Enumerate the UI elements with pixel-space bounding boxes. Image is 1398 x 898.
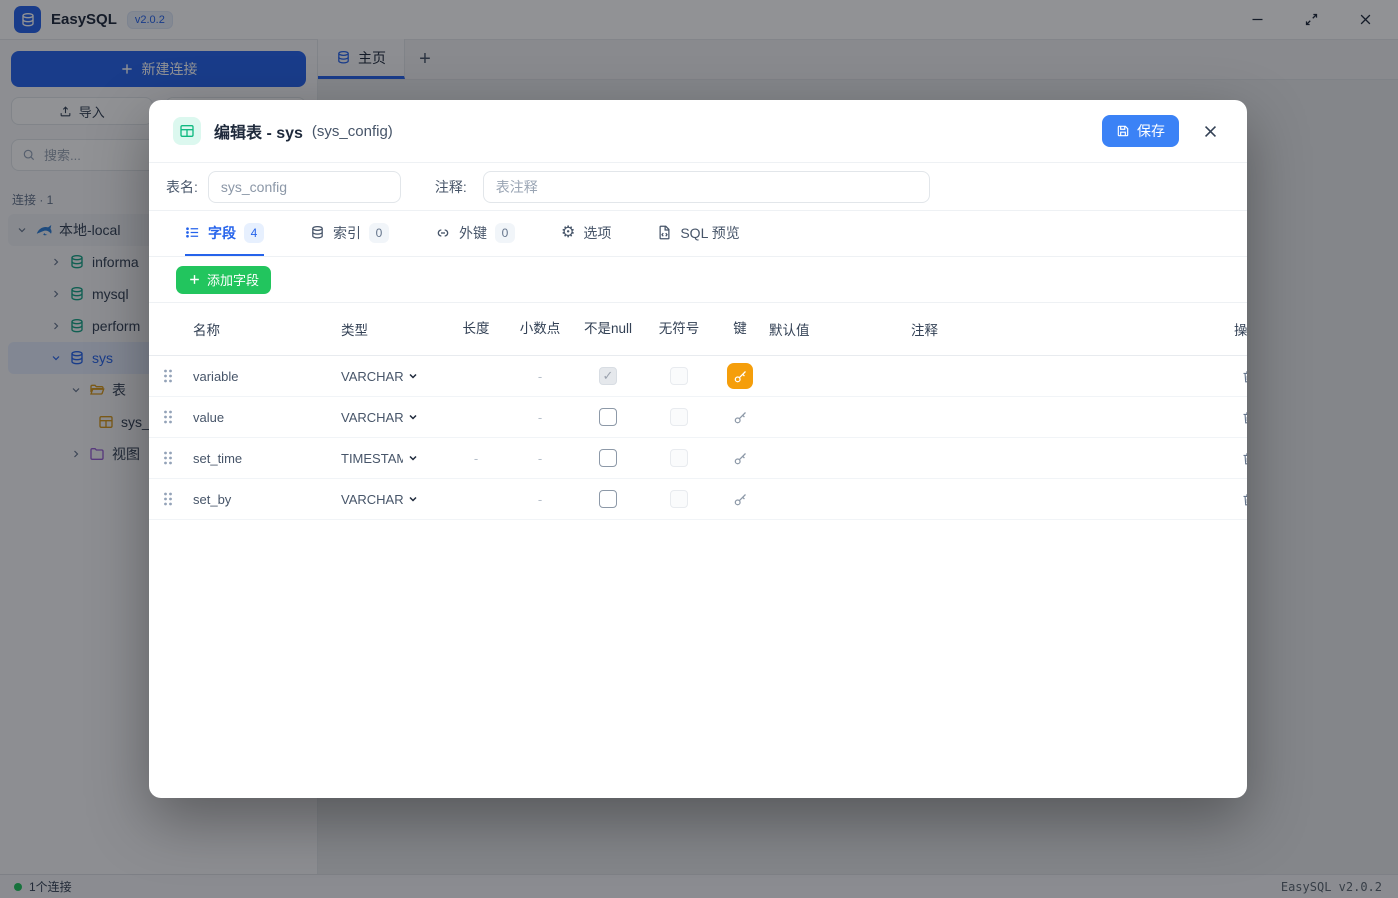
field-name[interactable]: set_time	[193, 451, 341, 466]
tab-foreign-keys-label: 外键	[459, 223, 487, 243]
fields-count-badge: 4	[244, 223, 264, 243]
field-decimal[interactable]: -	[511, 492, 569, 507]
chevron-down-icon	[407, 493, 419, 505]
tab-fields-label: 字段	[208, 223, 236, 243]
close-icon[interactable]	[1197, 118, 1223, 144]
key-icon[interactable]	[727, 445, 753, 471]
save-icon	[1116, 124, 1130, 138]
field-name[interactable]: value	[193, 410, 341, 425]
indexes-count-badge: 0	[369, 223, 389, 243]
tab-options[interactable]: ⚙ 选项	[561, 211, 611, 256]
field-type-select[interactable]: VARCHAR	[341, 492, 441, 507]
unsigned-checkbox	[670, 490, 688, 508]
modal-title: 编辑表 - sys	[214, 119, 303, 143]
chevron-down-icon	[407, 411, 419, 423]
drag-handle-icon[interactable]	[163, 369, 177, 383]
delete-field-icon[interactable]	[1235, 445, 1247, 471]
col-comment: 注释	[911, 319, 1211, 339]
col-unsigned: 无符号	[647, 319, 711, 339]
modal-tab-bar: 字段 4 索引 0 外键 0 ⚙ 选项 SQL 预览	[149, 211, 1247, 256]
table-comment-label: 注释:	[435, 177, 467, 197]
tab-fields[interactable]: 字段 4	[185, 211, 264, 256]
table-name-input[interactable]	[208, 171, 401, 203]
database-icon	[310, 225, 325, 240]
modal-subtitle: (sys_config)	[312, 123, 393, 140]
drag-handle-icon[interactable]	[163, 410, 177, 424]
primary-key-icon[interactable]	[727, 363, 753, 389]
tab-sql-preview[interactable]: SQL 预览	[657, 211, 739, 256]
field-row-variable: variable VARCHAR - ✓	[149, 356, 1247, 397]
delete-field-icon[interactable]	[1235, 363, 1247, 389]
field-name[interactable]: variable	[193, 369, 341, 384]
link-icon	[435, 225, 451, 241]
fields-toolbar: 添加字段	[149, 257, 1247, 302]
field-row-set-by: set_by VARCHAR -	[149, 479, 1247, 520]
table-comment-input[interactable]	[483, 171, 930, 203]
chevron-down-icon	[407, 452, 419, 464]
field-decimal[interactable]: -	[511, 451, 569, 466]
col-decimal: 小数点	[511, 319, 569, 339]
field-row-set-time: set_time TIMESTAMP - -	[149, 438, 1247, 479]
col-type: 类型	[341, 319, 441, 339]
unsigned-checkbox	[670, 408, 688, 426]
col-key: 键	[711, 319, 769, 339]
col-default: 默认值	[769, 319, 911, 339]
gear-icon: ⚙	[561, 225, 575, 241]
key-icon[interactable]	[727, 486, 753, 512]
col-length: 长度	[441, 319, 511, 339]
tab-indexes[interactable]: 索引 0	[310, 211, 389, 256]
tab-foreign-keys[interactable]: 外键 0	[435, 211, 515, 256]
field-length[interactable]: -	[441, 451, 511, 466]
col-name: 名称	[193, 319, 341, 339]
table-name-label: 表名:	[166, 177, 198, 197]
add-field-button[interactable]: 添加字段	[176, 266, 271, 294]
save-label: 保存	[1137, 121, 1165, 141]
modal-header: 编辑表 - sys (sys_config) 保存	[149, 100, 1247, 162]
list-icon	[185, 225, 200, 240]
key-icon[interactable]	[727, 404, 753, 430]
field-decimal[interactable]: -	[511, 410, 569, 425]
table-meta-form: 表名: 注释:	[149, 163, 1247, 210]
not-null-checkbox[interactable]	[599, 408, 617, 426]
chevron-down-icon	[407, 370, 419, 382]
tab-sql-preview-label: SQL 预览	[680, 223, 739, 243]
unsigned-checkbox	[670, 367, 688, 385]
field-row-value: value VARCHAR -	[149, 397, 1247, 438]
delete-field-icon[interactable]	[1235, 486, 1247, 512]
delete-field-icon[interactable]	[1235, 404, 1247, 430]
field-type-select[interactable]: VARCHAR	[341, 369, 441, 384]
table-icon	[173, 117, 201, 145]
add-field-label: 添加字段	[207, 270, 259, 289]
field-decimal[interactable]: -	[511, 369, 569, 384]
file-code-icon	[657, 225, 672, 240]
not-null-checkbox[interactable]	[599, 449, 617, 467]
not-null-checkbox: ✓	[599, 367, 617, 385]
col-not-null: 不是null	[569, 319, 647, 339]
save-button[interactable]: 保存	[1102, 115, 1179, 147]
fields-table-header: 名称 类型 长度 小数点 不是null 无符号 键 默认值 注释 操作	[149, 302, 1247, 356]
field-type-select[interactable]: VARCHAR	[341, 410, 441, 425]
field-type-select[interactable]: TIMESTAMP	[341, 451, 441, 466]
drag-handle-icon[interactable]	[163, 451, 177, 465]
foreign-keys-count-badge: 0	[495, 223, 515, 243]
field-name[interactable]: set_by	[193, 492, 341, 507]
tab-options-label: 选项	[583, 223, 611, 243]
drag-handle-icon[interactable]	[163, 492, 177, 506]
edit-table-modal: 编辑表 - sys (sys_config) 保存 表名: 注释: 字段 4 索…	[149, 100, 1247, 798]
col-actions: 操作	[1211, 319, 1247, 339]
tab-indexes-label: 索引	[333, 223, 361, 243]
plus-icon	[188, 273, 201, 286]
unsigned-checkbox	[670, 449, 688, 467]
not-null-checkbox[interactable]	[599, 490, 617, 508]
